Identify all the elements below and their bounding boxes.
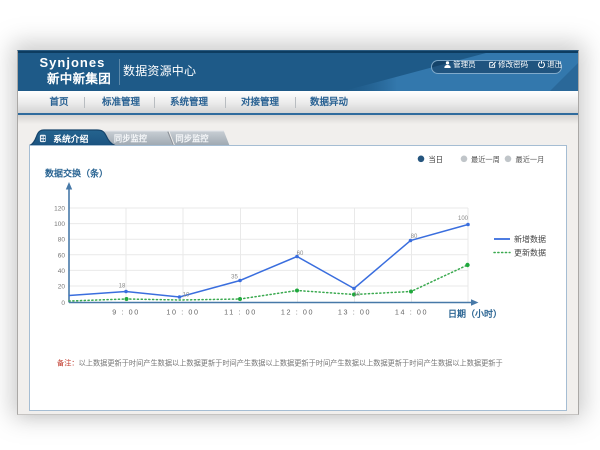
svg-text:13 : 00: 13 : 00 — [338, 308, 371, 317]
svg-text:11 : 00: 11 : 00 — [224, 308, 257, 317]
svg-text:最近一月: 最近一月 — [516, 155, 545, 164]
svg-text:80: 80 — [58, 237, 66, 244]
svg-text:80: 80 — [411, 234, 418, 240]
svg-text:日期（小时）: 日期（小时） — [448, 308, 502, 319]
svg-text:100: 100 — [54, 221, 65, 228]
svg-text:20: 20 — [58, 284, 66, 291]
svg-text:10: 10 — [354, 292, 361, 298]
svg-text:数据交换（条）: 数据交换（条） — [45, 167, 108, 178]
svg-text:14 : 00: 14 : 00 — [395, 308, 428, 317]
svg-text:同步监控: 同步监控 — [175, 133, 209, 143]
svg-text:系统介绍: 系统介绍 — [53, 133, 88, 144]
svg-text:100: 100 — [458, 216, 469, 222]
svg-text:9 : 00: 9 : 00 — [112, 308, 140, 317]
svg-text:60: 60 — [58, 252, 66, 259]
svg-text:新增数据: 新增数据 — [514, 234, 546, 244]
svg-text:12 : 00: 12 : 00 — [281, 308, 314, 317]
svg-text:35: 35 — [231, 275, 238, 281]
svg-text:40: 40 — [58, 268, 66, 275]
svg-text:18: 18 — [119, 284, 126, 290]
svg-text:120: 120 — [54, 206, 65, 213]
svg-text:备注：以上数据更新于时间产生数据以上数据更新于时间产生数据以: 备注：以上数据更新于时间产生数据以上数据更新于时间产生数据以上数据更新于时间产生… — [57, 358, 503, 367]
svg-text:当日: 当日 — [429, 155, 443, 164]
svg-text:同步监控: 同步监控 — [114, 133, 148, 143]
svg-text:10: 10 — [183, 293, 190, 299]
svg-text:最近一周: 最近一周 — [471, 155, 500, 164]
svg-text:0: 0 — [61, 300, 65, 307]
svg-text:更新数据: 更新数据 — [514, 248, 546, 258]
svg-text:60: 60 — [297, 251, 304, 257]
svg-text:10 : 00: 10 : 00 — [166, 308, 199, 317]
